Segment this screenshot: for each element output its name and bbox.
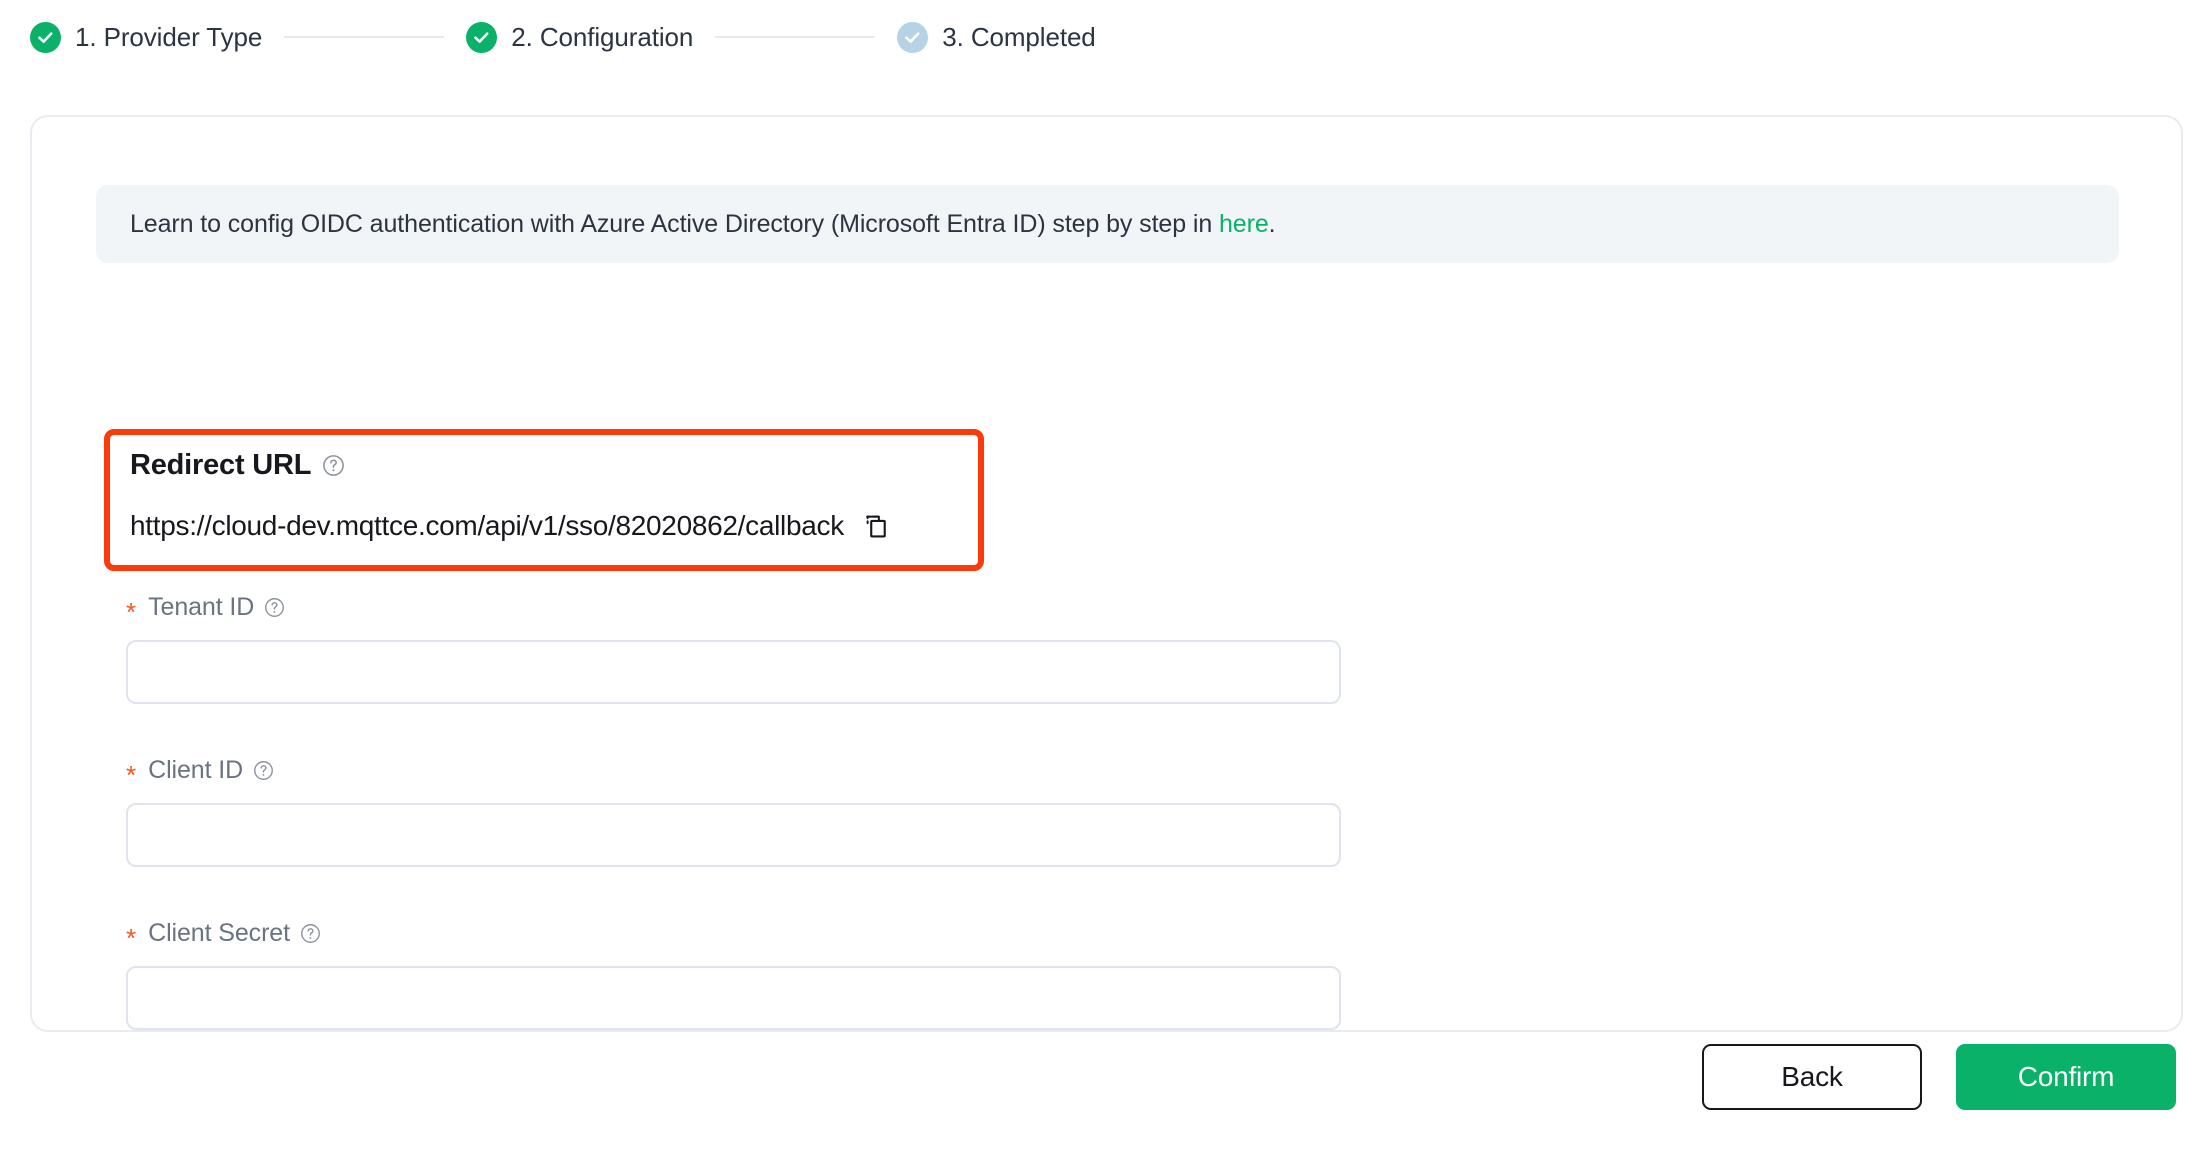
info-banner: Learn to config OIDC authentication with… [96, 185, 2119, 263]
step-label-completed: 3. Completed [942, 21, 1096, 52]
back-button[interactable]: Back [1702, 1044, 1922, 1110]
required-marker: * [126, 923, 137, 953]
client-secret-input[interactable] [126, 966, 1341, 1030]
field-label-client-secret: Client Secret [148, 918, 290, 947]
check-circle-icon [466, 21, 498, 53]
redirect-url-title: Redirect URL [130, 449, 312, 481]
step-configuration[interactable]: 2. Configuration [466, 21, 694, 53]
step-label-provider-type: 1. Provider Type [75, 21, 263, 52]
sso-configuration-page: 1. Provider Type 2. Configuration 3. Com… [0, 0, 2206, 1162]
redirect-url-value-row: https://cloud-dev.mqttce.com/api/v1/sso/… [130, 510, 968, 542]
redirect-url-value: https://cloud-dev.mqttce.com/api/v1/sso/… [130, 510, 844, 541]
client-id-input[interactable] [126, 803, 1341, 867]
info-banner-text: Learn to config OIDC authentication with… [130, 210, 1276, 239]
question-circle-icon[interactable] [300, 923, 321, 944]
wizard-stepper: 1. Provider Type 2. Configuration 3. Com… [30, 14, 1096, 60]
tenant-id-input[interactable] [126, 640, 1341, 704]
field-label-row-tenant-id: * Tenant ID [126, 592, 1341, 627]
info-text-before: Learn to config OIDC authentication with… [130, 209, 1219, 238]
step-connector-1 [284, 36, 445, 38]
oidc-config-form: * Tenant ID * Client ID * Client Secret [126, 592, 1341, 1030]
check-circle-icon [30, 21, 61, 53]
step-connector-2 [715, 36, 876, 38]
field-label-row-client-id: * Client ID [126, 755, 1341, 790]
configuration-card: Learn to config OIDC authentication with… [30, 115, 2183, 1032]
step-label-configuration: 2. Configuration [511, 21, 694, 52]
field-client-id: * Client ID [126, 755, 1341, 867]
redirect-url-highlight: Redirect URL https://cloud-dev.mqttce.co… [104, 429, 984, 571]
field-client-secret: * Client Secret [126, 918, 1341, 1030]
copy-icon[interactable] [862, 513, 889, 540]
required-marker: * [126, 597, 137, 627]
info-text-after: . [1268, 209, 1276, 238]
confirm-button[interactable]: Confirm [1956, 1044, 2176, 1110]
step-completed[interactable]: 3. Completed [897, 21, 1096, 53]
required-marker: * [126, 760, 137, 790]
redirect-url-block: Redirect URL https://cloud-dev.mqttce.co… [130, 445, 968, 542]
check-circle-icon [897, 21, 929, 53]
field-label-client-id: Client ID [148, 755, 244, 784]
question-circle-icon[interactable] [264, 597, 285, 618]
here-link[interactable]: here [1219, 210, 1269, 238]
question-circle-icon[interactable] [322, 454, 345, 477]
wizard-footer: Back Confirm [1702, 1044, 2176, 1110]
redirect-url-title-row: Redirect URL [130, 449, 968, 482]
field-label-tenant-id: Tenant ID [148, 592, 255, 621]
field-tenant-id: * Tenant ID [126, 592, 1341, 704]
question-circle-icon[interactable] [253, 760, 274, 781]
field-label-row-client-secret: * Client Secret [126, 918, 1341, 953]
step-provider-type[interactable]: 1. Provider Type [30, 21, 263, 53]
